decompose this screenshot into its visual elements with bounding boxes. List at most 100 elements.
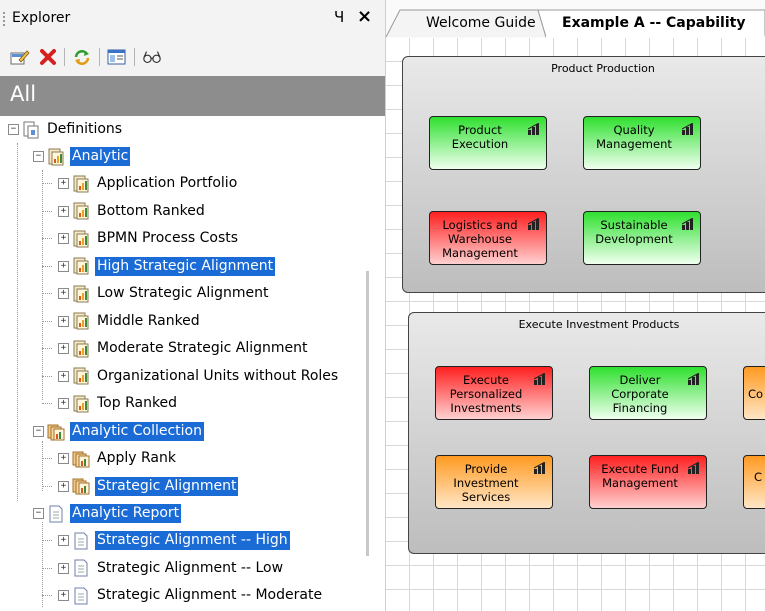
analytic-icon bbox=[72, 257, 90, 275]
explorer-toolbar bbox=[0, 38, 385, 76]
capability-group[interactable]: Product Production Product Execution Qua… bbox=[402, 56, 765, 293]
expand-toggle[interactable]: + bbox=[58, 590, 69, 601]
capability-box[interactable]: Provide Investment Services bbox=[435, 455, 553, 509]
filter-header-label: All bbox=[10, 82, 37, 106]
explorer-title: Explorer bbox=[12, 10, 71, 26]
tree-item[interactable]: + Middle Ranked bbox=[42, 308, 202, 335]
edit-icon[interactable] bbox=[10, 48, 30, 66]
delete-icon[interactable] bbox=[38, 48, 58, 66]
collapse-toggle[interactable]: − bbox=[33, 151, 44, 162]
toolbar-separator bbox=[99, 48, 100, 66]
capability-box[interactable]: Quality Management bbox=[583, 116, 701, 170]
tree-guide bbox=[42, 348, 52, 349]
tree-node-analytic-collection[interactable]: − Analytic Collection bbox=[33, 418, 204, 445]
expand-toggle[interactable]: + bbox=[58, 205, 69, 217]
tree-label: Organizational Units without Roles bbox=[97, 367, 339, 384]
capability-box[interactable]: Logistics and Warehouse Management bbox=[429, 211, 547, 265]
tree-item[interactable]: + Bottom Ranked bbox=[42, 198, 207, 225]
collapse-toggle[interactable]: − bbox=[8, 124, 19, 135]
tree-guide bbox=[42, 567, 52, 569]
capability-box[interactable]: Co bbox=[743, 366, 765, 420]
tree-item[interactable]: + Strategic Alignment -- Low bbox=[42, 555, 285, 582]
tree-label: Strategic Alignment -- Moderate bbox=[97, 587, 323, 603]
expand-toggle[interactable]: + bbox=[58, 480, 69, 492]
capability-box[interactable]: Deliver Corporate Financing bbox=[589, 366, 707, 420]
tree-label: Analytic bbox=[70, 147, 131, 166]
hierarchy-icon bbox=[528, 123, 540, 135]
collapse-toggle[interactable]: − bbox=[33, 426, 44, 437]
tree-node-analytic[interactable]: − Analytic bbox=[33, 143, 131, 170]
tree-guide bbox=[42, 441, 43, 491]
tab-welcome-guide[interactable]: Welcome Guide bbox=[426, 8, 536, 38]
report-icon bbox=[72, 559, 90, 577]
tree-node-analytic-report[interactable]: − Analytic Report bbox=[33, 500, 182, 527]
collection-icon bbox=[72, 477, 90, 495]
tree-item[interactable]: + Strategic Alignment -- High bbox=[42, 527, 290, 554]
tree-label: Bottom Ranked bbox=[97, 202, 205, 219]
document-tab-bar: Welcome Guide Example A -- Capability bbox=[386, 0, 765, 39]
tree-guide bbox=[42, 170, 43, 400]
expand-toggle[interactable]: + bbox=[58, 288, 69, 299]
tree-item[interactable]: + Apply Rank bbox=[42, 445, 178, 472]
hierarchy-icon bbox=[682, 218, 694, 230]
tree-guide bbox=[42, 238, 52, 239]
analytic-icon bbox=[72, 395, 90, 413]
refresh-icon[interactable] bbox=[72, 48, 92, 66]
tree-label: BPMN Process Costs bbox=[97, 230, 239, 246]
glasses-icon[interactable] bbox=[142, 48, 162, 66]
tree-label: Apply Rank bbox=[97, 450, 176, 466]
pin-icon[interactable]: Ч bbox=[334, 8, 344, 26]
capability-label: Execute Personalized Investments bbox=[449, 373, 523, 415]
tab-example-a-capability[interactable]: Example A -- Capability bbox=[562, 8, 745, 38]
tree-item[interactable]: + Top Ranked bbox=[42, 390, 179, 417]
tree-node-definitions[interactable]: − Definitions bbox=[8, 116, 124, 143]
group-title: Product Production bbox=[551, 62, 655, 75]
close-icon[interactable]: × bbox=[357, 6, 372, 27]
tree-item[interactable]: + Strategic Alignment bbox=[42, 473, 239, 500]
tree-label: Low Strategic Alignment bbox=[97, 285, 269, 301]
expand-toggle[interactable]: + bbox=[58, 398, 69, 409]
expand-toggle[interactable]: + bbox=[58, 315, 69, 327]
tree-guide bbox=[42, 320, 52, 322]
tree-item[interactable]: + Application Portfolio bbox=[42, 170, 239, 197]
tree-guide bbox=[42, 595, 52, 596]
tree-item[interactable]: + Organizational Units without Roles bbox=[42, 363, 340, 390]
capability-box[interactable]: Execute Personalized Investments bbox=[435, 366, 553, 420]
hierarchy-icon bbox=[682, 123, 694, 135]
tree-item[interactable]: + High Strategic Alignment bbox=[42, 253, 276, 280]
diagram-canvas[interactable]: Product Production Product Execution Qua… bbox=[386, 38, 765, 611]
expand-toggle[interactable]: + bbox=[58, 370, 69, 382]
tree-item[interactable]: + BPMN Process Costs bbox=[42, 225, 240, 252]
tree-label: Application Portfolio bbox=[97, 175, 238, 191]
tree-label: Middle Ranked bbox=[97, 312, 200, 329]
capability-box[interactable]: Execute Fund Management bbox=[589, 455, 707, 509]
capability-label: Deliver Corporate Financing bbox=[611, 373, 669, 415]
expand-toggle[interactable]: + bbox=[58, 178, 69, 189]
tree-scrollbar[interactable] bbox=[366, 271, 369, 556]
analytic-folder-icon bbox=[47, 148, 65, 166]
expand-toggle[interactable]: + bbox=[58, 562, 69, 574]
tree-label: Definitions bbox=[47, 121, 123, 137]
tree-item[interactable]: + Strategic Alignment -- Moderate bbox=[42, 582, 324, 609]
expand-toggle[interactable]: + bbox=[58, 343, 69, 354]
properties-icon[interactable] bbox=[107, 48, 127, 66]
collapse-toggle[interactable]: − bbox=[33, 508, 44, 519]
expand-toggle[interactable]: + bbox=[58, 453, 69, 464]
tree-guide bbox=[17, 143, 18, 501]
tree-guide bbox=[42, 540, 52, 541]
drag-grip[interactable] bbox=[3, 12, 5, 28]
filter-header: All bbox=[0, 76, 385, 116]
capability-box[interactable]: Sustainable Development bbox=[583, 211, 701, 265]
analytic-icon bbox=[72, 230, 90, 248]
expand-toggle[interactable]: + bbox=[58, 535, 69, 546]
expand-toggle[interactable]: + bbox=[58, 260, 69, 272]
expand-toggle[interactable]: + bbox=[58, 233, 69, 244]
capability-box[interactable]: Product Execution bbox=[429, 116, 547, 170]
tree-item[interactable]: + Low Strategic Alignment bbox=[42, 280, 271, 307]
capability-group[interactable]: Execute Investment Products Execute Pers… bbox=[408, 312, 765, 554]
toolbar-separator bbox=[64, 48, 65, 66]
analytic-icon bbox=[72, 367, 90, 385]
analytic-icon bbox=[72, 202, 90, 220]
capability-box[interactable]: C In bbox=[743, 455, 765, 509]
tree-item[interactable]: + Moderate Strategic Alignment bbox=[42, 335, 310, 362]
